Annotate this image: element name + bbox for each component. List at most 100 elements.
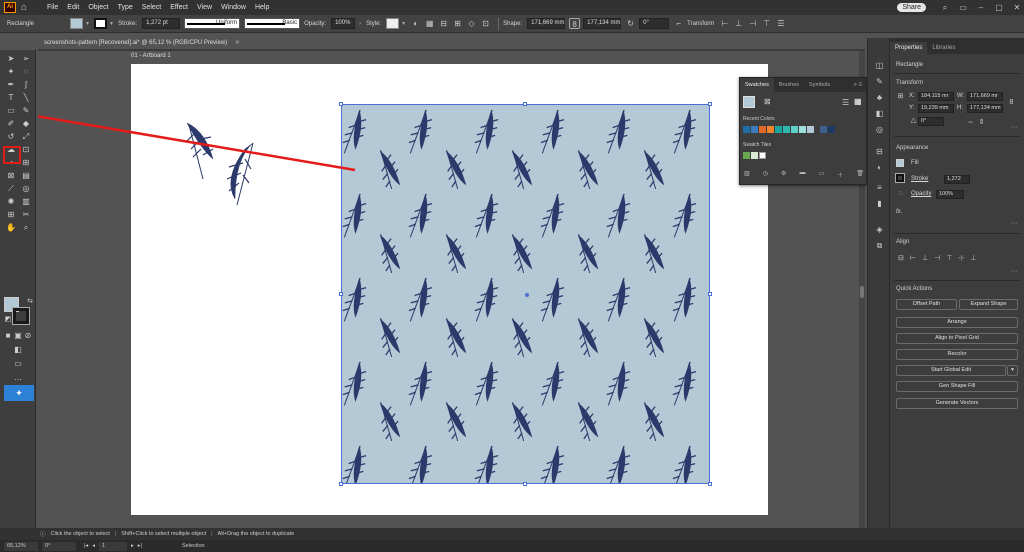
symbols-dock-icon[interactable]: ♣ [874,92,885,103]
recent-color-swatch[interactable] [807,126,814,133]
fill-stroke-icon[interactable]: ⊠ [764,97,771,106]
slice-tool-icon[interactable]: ✂ [20,209,32,220]
swatch-tile[interactable] [759,152,766,159]
menu-icon[interactable]: ☰ [775,18,786,29]
align-icon[interactable]: ⊟ [438,18,449,29]
resize-handle[interactable] [708,102,712,106]
stroke-label[interactable]: Stroke [911,176,928,182]
y-field[interactable]: 19,239 mm [918,104,954,113]
perspective-tool-icon[interactable]: ⊞ [20,157,32,168]
chevron-down-icon[interactable]: ▾ [402,20,405,27]
menu-view[interactable]: View [197,4,212,11]
more-options-icon[interactable]: ··· [1011,124,1018,131]
maximize-icon[interactable]: ▢ [992,2,1006,13]
recent-color-swatch[interactable] [783,126,790,133]
reference-point-icon[interactable]: ⊞ [896,92,905,101]
resize-handle[interactable] [708,482,712,486]
close-icon[interactable]: ✕ [235,40,240,46]
tab-libraries[interactable]: Libraries [927,42,960,54]
align-top-icon[interactable]: ⊤ [946,254,952,262]
brush-definition[interactable]: Basic [244,18,301,29]
start-global-edit-button[interactable]: Start Global Edit [896,365,1006,376]
menu-select[interactable]: Select [142,4,161,11]
none-mode-icon[interactable]: ⊘ [22,330,34,341]
rectangle-tool-icon[interactable]: ▭ [5,105,17,116]
isolate-icon[interactable]: ⊡ [480,18,491,29]
menu-object[interactable]: Object [88,4,108,11]
transform-button[interactable]: Transform [687,21,714,27]
menu-help[interactable]: Help [255,4,269,11]
swatches-dock-icon[interactable]: ◫ [874,60,885,71]
swatch-fill-preview[interactable] [743,96,755,108]
recent-color-swatch[interactable] [828,126,835,133]
opacity-field[interactable]: 100% [331,18,356,29]
grid-view-icon[interactable]: ▦ [854,97,862,106]
magic-wand-tool-icon[interactable]: ✦ [5,66,17,77]
share-button[interactable]: Share [897,3,926,12]
shape-angle-field[interactable]: 0° [639,18,670,29]
zoom-field[interactable]: 65,12% [4,541,38,551]
swatch-tile[interactable] [751,152,758,159]
distribute-icon[interactable]: ⊞ [452,18,463,29]
recent-color-swatch[interactable] [775,126,782,133]
zoom-tool-icon[interactable]: ⌕ [20,222,32,233]
recent-color-swatch[interactable] [743,126,750,133]
flip-horizontal-icon[interactable]: ⇔ [966,118,975,127]
grid-icon[interactable]: ▦ [424,18,435,29]
new-swatch-icon[interactable]: ＋ [837,170,843,179]
resize-handle[interactable] [708,292,712,296]
menu-window[interactable]: Window [221,4,246,11]
blend-tool-icon[interactable]: ◎ [20,183,32,194]
appearance-dock-icon[interactable]: ◎ [874,124,885,135]
link-icon[interactable]: 8 [569,18,581,29]
fx-button[interactable]: fx. [896,209,902,215]
align-bottom-icon[interactable]: ⊥ [970,254,976,262]
more-tools-icon[interactable]: … [12,372,24,383]
tab-swatches[interactable]: Swatches [740,78,774,92]
tab-symbols[interactable]: Symbols [804,78,835,92]
column-graph-tool-icon[interactable]: ▥ [20,196,32,207]
chevron-down-icon[interactable]: ▾ [86,20,89,27]
swap-colors-icon[interactable]: ⇆ [24,296,36,307]
first-artboard-icon[interactable]: |◂ [84,543,88,549]
align-center-icon[interactable]: ⊥ [733,18,744,29]
h-field[interactable]: 177,134 mm [967,104,1003,113]
free-transform-tool-icon[interactable]: ⊡ [20,144,32,155]
options-icon[interactable]: ⚙ [781,170,786,179]
more-options-icon[interactable]: ··· [1011,220,1018,227]
stroke-color-box[interactable] [12,307,30,325]
pen-tool-icon[interactable]: ✒ [5,79,17,90]
stroke-swatch[interactable] [895,173,905,183]
shape-width-field[interactable]: 171,669 mm [527,18,566,29]
align-right-icon[interactable]: ⊣ [934,254,940,262]
rotation-field[interactable]: 0° [42,541,76,551]
stroke-dock-icon[interactable]: ≡ [874,182,885,193]
flip-vertical-icon[interactable]: ⇕ [977,118,986,127]
shape-height-field[interactable]: 177,134 mm [583,18,622,29]
align-right-icon[interactable]: ⊣ [747,18,758,29]
home-icon[interactable]: ⌂ [21,2,31,13]
resize-handle[interactable] [339,482,343,486]
expand-shape-button[interactable]: Expand Shape [959,299,1018,310]
align-vcenter-icon[interactable]: ⊹ [958,254,964,262]
lasso-tool-icon[interactable]: ◌ [20,66,32,77]
shaper-tool-icon[interactable]: ✐ [5,118,17,129]
layers-stack-icon[interactable]: ◈ [874,224,885,235]
recent-color-swatch[interactable] [759,126,766,133]
next-artboard-icon[interactable]: ▸ [131,543,134,549]
opacity-label[interactable]: Opacity [911,191,931,197]
artboard-number-field[interactable]: 1 [98,541,127,551]
hand-tool-icon[interactable]: ✋ [5,222,17,233]
align-to-icon[interactable]: ⊟ [898,254,904,262]
resize-handle[interactable] [523,102,527,106]
tab-properties[interactable]: Properties [890,42,928,54]
mesh-tool-icon[interactable]: ⊠ [5,170,17,181]
panels-icon[interactable]: ▭ [956,2,970,13]
new-group-icon[interactable]: ▬ [800,170,806,179]
eyedropper-tool-icon[interactable]: ⟋ [5,183,17,194]
path-icon[interactable]: ◇ [466,18,477,29]
stroke-swatch[interactable] [94,18,108,29]
scrollbar-thumb[interactable] [860,286,864,298]
global-edit-options-chevron-icon[interactable]: ▾ [1007,365,1018,376]
show-kinds-icon[interactable]: ◷ [763,170,768,179]
